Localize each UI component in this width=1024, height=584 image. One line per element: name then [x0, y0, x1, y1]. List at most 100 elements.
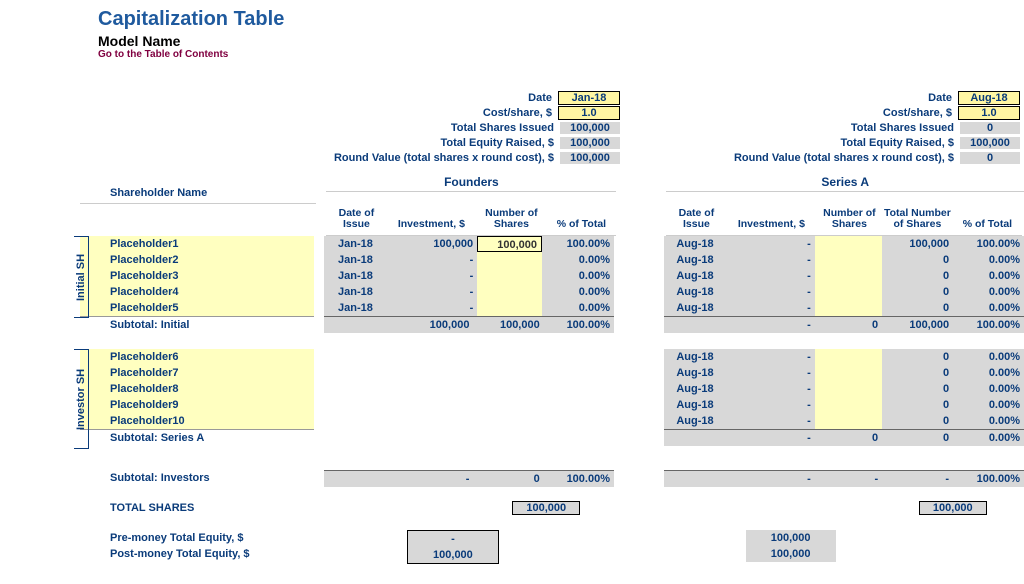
table-cell: 0.00% [542, 252, 614, 268]
table-cell: Aug-18 [664, 252, 726, 268]
shareholder-name-input[interactable]: Placeholder8 [80, 381, 314, 397]
table-cell: 0.00% [953, 349, 1024, 365]
shareholder-name-input[interactable]: Placeholder3 [80, 268, 314, 284]
table-cell: 100.00% [953, 236, 1024, 252]
table-cell: 0 [882, 365, 953, 381]
subtotal-inv-f-pct: 100.00% [544, 470, 614, 487]
table-cell: Aug-18 [664, 365, 726, 381]
num-shares-input[interactable] [477, 252, 542, 268]
post-money-seriesA: 100,000 [746, 546, 836, 562]
table-cell: - [387, 268, 477, 284]
shareholder-name-input[interactable]: Placeholder7 [80, 365, 314, 381]
table-cell: 0.00% [953, 397, 1024, 413]
subtotal-seriesA-s-tot: 0 [882, 429, 953, 446]
num-shares-input[interactable] [815, 349, 882, 365]
table-cell: 0.00% [953, 365, 1024, 381]
table-cell: Aug-18 [664, 349, 726, 365]
shareholder-name-input[interactable]: Placeholder5 [80, 300, 314, 316]
col-total-num-shares: Total Number of Shares [882, 208, 952, 236]
initial-sh-label: Initial SH [74, 236, 89, 318]
pre-money-label: Pre-money Total Equity, $ [80, 530, 317, 546]
seriesA-cost-input[interactable]: 1.0 [958, 106, 1020, 120]
founders-metrics: DateJan-18 Cost/share, $1.0 Total Shares… [330, 90, 620, 165]
subtotal-seriesA-s-sh: 0 [815, 429, 882, 446]
subtotal-initial-s-pct: 100.00% [953, 316, 1024, 333]
table-cell: - [726, 349, 815, 365]
table-cell: 0.00% [542, 284, 614, 300]
table-cell: Aug-18 [664, 397, 726, 413]
shareholder-name-input[interactable]: Placeholder9 [80, 397, 314, 413]
table-cell: 0.00% [953, 284, 1024, 300]
col-date-issue: Date of Issue [326, 208, 386, 236]
table-cell: - [387, 252, 477, 268]
table-cell: 0.00% [542, 300, 614, 316]
table-cell: Aug-18 [664, 284, 726, 300]
seriesA-metrics: DateAug-18 Cost/share, $1.0 Total Shares… [680, 90, 1020, 165]
subtotal-inv-s-inv: - [726, 470, 815, 487]
founders-equity-value: 100,000 [560, 137, 620, 149]
num-shares-input[interactable] [815, 397, 882, 413]
num-shares-input[interactable] [477, 284, 542, 300]
table-cell: Jan-18 [324, 252, 387, 268]
table-cell: 0.00% [953, 381, 1024, 397]
num-shares-input[interactable]: 100,000 [477, 236, 542, 252]
table-cell: - [726, 284, 815, 300]
subtotal-initial-label: Subtotal: Initial [80, 316, 314, 333]
table-cell: - [726, 268, 815, 284]
table-cell: 0 [882, 284, 953, 300]
shareholder-name-input[interactable]: Placeholder2 [80, 252, 314, 268]
model-name: Model Name [98, 33, 1024, 49]
num-shares-input[interactable] [815, 300, 882, 316]
subtotal-inv-f-inv: - [385, 470, 473, 487]
subtotal-investors-label: Subtotal: Investors [80, 470, 314, 486]
subtotal-initial-f-pct: 100.00% [544, 316, 614, 333]
table-cell: - [726, 413, 815, 429]
num-shares-input[interactable] [815, 284, 882, 300]
num-shares-input[interactable] [477, 300, 542, 316]
table-cell: - [726, 236, 815, 252]
shareholder-name-input[interactable]: Placeholder6 [80, 349, 314, 365]
num-shares-input[interactable] [815, 413, 882, 429]
founders-shares-value: 100,000 [560, 122, 620, 134]
metric-shares-label: Total Shares Issued [330, 122, 560, 134]
num-shares-input[interactable] [815, 268, 882, 284]
seriesA-roundval-value: 0 [960, 152, 1020, 164]
table-cell: Jan-18 [324, 284, 387, 300]
subtotal-seriesA-label: Subtotal: Series A [80, 429, 314, 446]
investor-sh-label: Investor SH [74, 349, 89, 449]
table-cell: 0 [882, 268, 953, 284]
col-shareholder-name: Shareholder Name [80, 171, 316, 204]
num-shares-input[interactable] [815, 252, 882, 268]
subtotal-seriesA-s-pct: 0.00% [953, 429, 1024, 446]
toc-link[interactable]: Go to the Table of Contents [98, 49, 1024, 60]
shareholder-name-input[interactable]: Placeholder1 [80, 236, 314, 252]
num-shares-input[interactable] [477, 268, 542, 284]
founders-date-input[interactable]: Jan-18 [558, 91, 620, 105]
page-title: Capitalization Table [98, 8, 1024, 31]
table-cell: - [387, 284, 477, 300]
seriesA-equity-value: 100,000 [960, 137, 1020, 149]
table-cell: Aug-18 [664, 236, 726, 252]
table-cell: - [726, 397, 815, 413]
num-shares-input[interactable] [815, 236, 882, 252]
table-cell: 100,000 [387, 236, 477, 252]
founders-cost-input[interactable]: 1.0 [558, 106, 620, 120]
shareholder-name-input[interactable]: Placeholder10 [80, 413, 314, 429]
seriesA-shares-value: 0 [960, 122, 1020, 134]
seriesA-date-input[interactable]: Aug-18 [958, 91, 1020, 105]
metric-cost-label: Cost/share, $ [330, 107, 558, 119]
subtotal-initial-s-inv: - [726, 316, 815, 333]
table-cell: 100.00% [542, 236, 614, 252]
shareholder-name-input[interactable]: Placeholder4 [80, 284, 314, 300]
subtotal-inv-s-pct: 100.00% [953, 470, 1024, 487]
num-shares-input[interactable] [815, 365, 882, 381]
table-cell: Aug-18 [664, 413, 726, 429]
seriesA-heading: Series A [666, 171, 1024, 192]
table-cell: 0 [882, 300, 953, 316]
table-cell: Jan-18 [324, 236, 387, 252]
metric-equity-label: Total Equity Raised, $ [330, 137, 560, 149]
table-cell: Aug-18 [664, 381, 726, 397]
num-shares-input[interactable] [815, 381, 882, 397]
table-cell: 0 [882, 381, 953, 397]
subtotal-inv-f-sh: 0 [473, 470, 543, 487]
